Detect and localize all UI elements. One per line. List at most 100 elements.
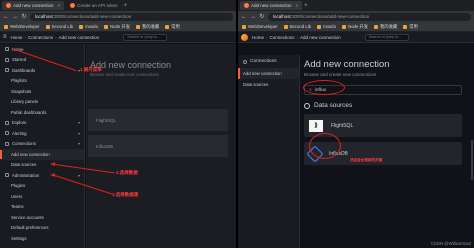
browser-tab-bar: Add new connection × Create an API token… (0, 0, 236, 11)
close-tab-icon[interactable]: × (296, 1, 299, 10)
scrollbar[interactable] (471, 140, 473, 180)
menu-item-teams[interactable]: Teams (0, 202, 84, 213)
new-tab-icon[interactable]: + (123, 3, 127, 9)
bookmark-item[interactable]: Second Lib (283, 24, 312, 29)
bookmark-label: Node 开发 (347, 23, 369, 29)
hamburger-menu-icon[interactable]: ≡ (3, 34, 7, 40)
menu-item-explore[interactable]: Explore ▾ (0, 118, 84, 129)
forward-icon[interactable]: → (12, 14, 18, 20)
url-input[interactable]: localhost:3000/connections/add-new-conne… (268, 12, 471, 21)
annotation-label: 3.选择数据源 (112, 192, 139, 197)
bookmark-item[interactable]: 我的收藏 (374, 24, 397, 30)
menu-icon (5, 141, 9, 146)
sidebar-item-data-sources[interactable]: Data sources (238, 79, 299, 90)
grafana-logo-icon[interactable] (241, 33, 248, 41)
menu-item-label: Service accounts (11, 214, 44, 220)
reload-icon[interactable]: ↻ (21, 13, 27, 20)
back-icon[interactable]: ← (3, 14, 9, 20)
search-input[interactable]: Search or jump to... (364, 33, 409, 41)
folder-icon (283, 24, 288, 29)
bookmark-item[interactable]: Web/Developer (4, 24, 40, 29)
flightsql-logo-icon: ⟫ (309, 119, 323, 132)
forward-icon[interactable]: → (250, 14, 256, 20)
menu-item-data-sources[interactable]: Data sources (0, 160, 84, 171)
menu-item-settings[interactable]: Settings (0, 233, 84, 244)
menu-item-dashboards[interactable]: Dashboards ▾ (0, 65, 84, 76)
url-path: :3000/connections/add-new-connection (290, 13, 370, 19)
bookmark-item[interactable]: Second Lib (45, 24, 73, 29)
grafana-favicon-icon (6, 3, 11, 8)
search-input[interactable]: Search or jump to... (123, 33, 168, 41)
menu-item-add-new-connection[interactable]: Add new connection (0, 149, 84, 160)
grafana-top-nav: ≡ Home › Connections › Add new connection Se… (0, 32, 236, 43)
url-path: :3000/connections/add-new-connection (52, 13, 132, 19)
breadcrumb-home[interactable]: Home (252, 35, 264, 40)
bookmark-label: Second Lib (289, 24, 312, 29)
connections-icon (243, 59, 247, 64)
bookmark-label: mosdo (85, 24, 98, 29)
bookmark-label: mosdo (323, 24, 336, 29)
bookmark-item[interactable]: Node 开发 (103, 23, 131, 30)
menu-item-default-preferences[interactable]: Default preferences (0, 223, 84, 234)
grafana-top-nav: Home › Connections › Add new connection Sear… (238, 32, 474, 43)
bookmark-label: 常用 (171, 23, 180, 29)
page-title: Add new connection (304, 59, 390, 70)
folder-icon (45, 24, 50, 29)
left-screenshot-pane: Add new connection × Create an API token… (0, 0, 236, 248)
menu-icon (5, 173, 9, 178)
url-input[interactable]: localhost:3000/connections/add-new-conne… (30, 12, 233, 21)
annotation-circle (309, 133, 341, 159)
menu-item-playlists[interactable]: Playlists (0, 76, 84, 87)
menu-item-plugins[interactable]: Plugins (0, 181, 84, 192)
bookmark-item[interactable]: Node 开发 (341, 23, 369, 30)
chevron-down-icon[interactable]: ▾ (78, 141, 80, 146)
folder-icon (136, 24, 141, 29)
browser-tab-active[interactable]: Add new connection × (2, 1, 65, 10)
menu-item-alerting[interactable]: Alerting ▾ (0, 128, 84, 139)
bookmark-item[interactable]: mosdo (79, 24, 98, 29)
bookmark-label: 常用 (409, 23, 418, 29)
breadcrumb-connections[interactable]: Connections (270, 35, 295, 40)
menu-item-public-dashboards[interactable]: Public dashboards (0, 107, 84, 118)
reload-icon[interactable]: ↻ (259, 13, 265, 20)
breadcrumb-home[interactable]: Home (11, 35, 23, 40)
menu-item-snapshots[interactable]: Snapshots (0, 86, 84, 97)
menu-item-connections[interactable]: Connections ▾ (0, 139, 84, 150)
datasource-card[interactable]: InfluxDB (88, 135, 228, 157)
folder-icon (374, 24, 379, 29)
chevron-down-icon[interactable]: ▾ (78, 120, 80, 125)
menu-item-label: Snapshots (11, 88, 32, 94)
menu-item-administration[interactable]: Administration ▾ (0, 170, 84, 181)
breadcrumb-current: Add new connection (300, 34, 341, 40)
browser-tab[interactable]: Create an API token (66, 1, 121, 10)
menu-item-users[interactable]: Users (0, 191, 84, 202)
menu-item-label: Administration (12, 172, 40, 178)
chevron-down-icon[interactable]: ▾ (78, 131, 80, 136)
breadcrumb-connections[interactable]: Connections (28, 35, 53, 40)
sidebar-item-add-new-connection[interactable]: Add new connection (238, 68, 299, 79)
card-label: InfluxDB (96, 143, 114, 149)
bookmark-item[interactable]: 我的收藏 (136, 24, 159, 30)
card-label: FlightSQL (331, 122, 354, 129)
bookmarks-bar: Web/Developer Second Lib mosdo Node 开发 我… (0, 22, 236, 32)
bookmark-item[interactable]: Web/Developer (242, 24, 278, 29)
menu-item-service-accounts[interactable]: Service accounts (0, 212, 84, 223)
annotation-label: 然后会出现新的页面 (350, 158, 383, 162)
browser-tab-active[interactable]: Add new connection × (240, 1, 303, 10)
bookmark-label: Node 开发 (109, 23, 131, 29)
menu-item-starred[interactable]: Starred (0, 55, 84, 66)
bookmark-label: 我的收藏 (142, 23, 160, 29)
bookmark-item[interactable]: mosdo (317, 24, 336, 29)
close-tab-icon[interactable]: × (58, 1, 61, 10)
folder-icon (103, 24, 108, 29)
bookmark-item[interactable]: 常用 (165, 24, 180, 30)
chevron-down-icon[interactable]: ▾ (78, 173, 80, 178)
breadcrumb-current: Add new connection (58, 34, 100, 40)
back-icon[interactable]: ← (241, 14, 247, 20)
folder-icon (79, 24, 84, 29)
datasource-card[interactable]: FlightSQL (88, 109, 228, 131)
bookmark-item[interactable]: 常用 (403, 24, 418, 30)
breadcrumb: Home › Connections › Add new connection (10, 34, 100, 40)
menu-item-library-panels[interactable]: Library panels (0, 97, 84, 108)
new-tab-icon[interactable]: + (304, 3, 308, 9)
